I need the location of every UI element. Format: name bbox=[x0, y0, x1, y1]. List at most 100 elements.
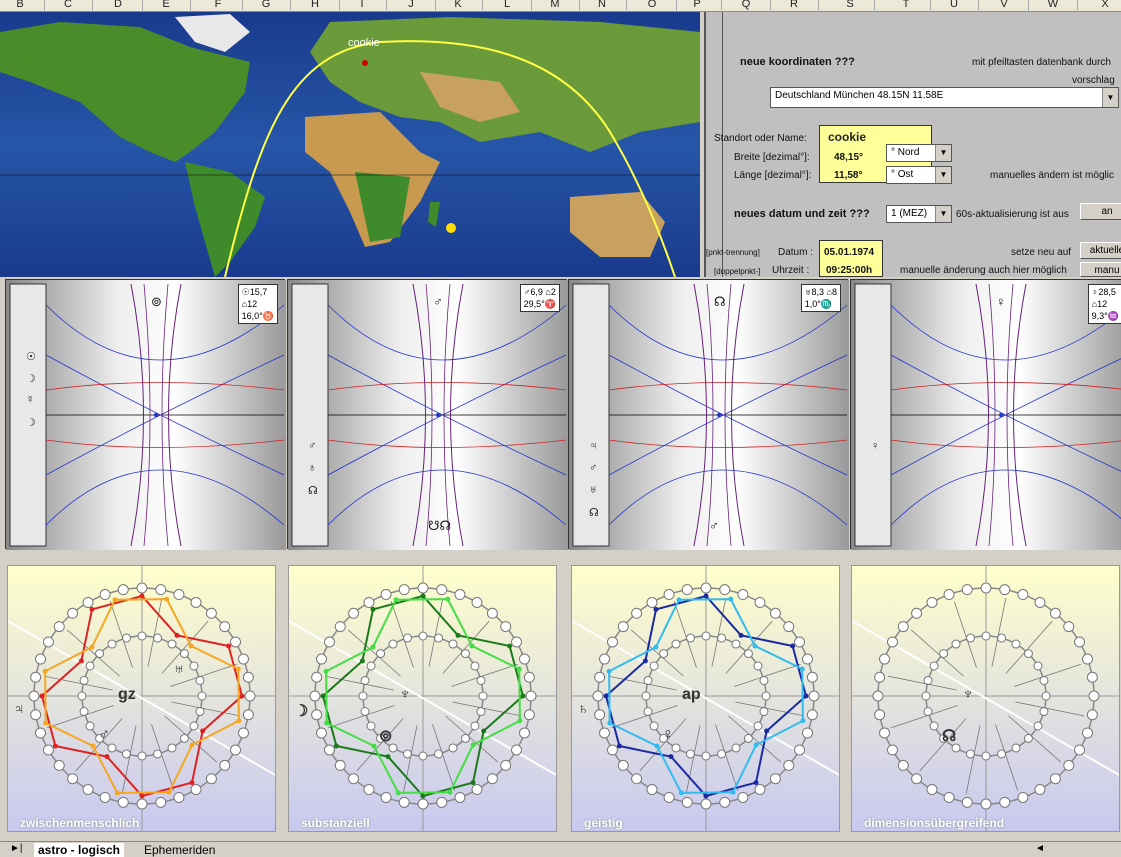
chart-side-symbol: ♃ bbox=[589, 440, 598, 452]
wheel-label: ☽ bbox=[294, 703, 309, 720]
sheet-tab-bar: ►| astro - logisch Ephemeriden ◄ bbox=[0, 841, 1121, 857]
column-o[interactable]: O bbox=[642, 0, 662, 10]
name-value: cookie bbox=[828, 130, 867, 144]
wheel-label: ⊚ bbox=[379, 728, 393, 745]
column-u[interactable]: U bbox=[944, 0, 964, 10]
chart-info-line: ☉15,7 bbox=[241, 287, 268, 297]
tab-astro-logisch[interactable]: astro - logisch bbox=[34, 843, 125, 857]
chart-bottom-symbol: ☋☊ bbox=[428, 518, 452, 533]
wheel-label: ♆ bbox=[962, 686, 974, 703]
column-d[interactable]: D bbox=[108, 0, 128, 10]
chart-top-symbol: ⊚ bbox=[151, 294, 162, 309]
column-i[interactable]: I bbox=[352, 0, 372, 10]
wheel-2: ♆ ⊚ ☽ substanziell bbox=[288, 565, 557, 832]
column-p[interactable]: P bbox=[687, 0, 707, 10]
chart-info-line: ♂6,9 ⌂2 bbox=[523, 287, 556, 297]
column-j[interactable]: J bbox=[401, 0, 421, 10]
tab-ephemeriden[interactable]: Ephemeriden bbox=[144, 843, 215, 857]
date-sep-label: [pnkt-trennung] bbox=[706, 248, 760, 257]
update-on-button[interactable]: an bbox=[1080, 203, 1121, 220]
aspect-chart-1: ☉15,7 ⌂12 16,0°♉ ⊚ ☉ ☽ ☿ ☽ bbox=[5, 279, 286, 550]
chevron-down-icon: ▼ bbox=[935, 145, 951, 161]
wheel-label: ♂ bbox=[98, 726, 110, 743]
db-hint: mit pfeiltasten datenbank durch bbox=[972, 57, 1111, 68]
column-w[interactable]: W bbox=[1043, 0, 1063, 10]
aspect-chart-4: ♀28,5 ⌂12 9,3°♒ ♀ ♀ bbox=[850, 279, 1121, 550]
excel-window: { "columns":["B","C","D","E","F","G","H"… bbox=[0, 0, 1121, 857]
lon-direction-select[interactable]: ° Ost ▼ bbox=[886, 166, 952, 184]
chart-top-symbol: ♂ bbox=[433, 294, 443, 309]
chart-side-symbol: ☊ bbox=[589, 507, 599, 519]
wheel-label: ♃ bbox=[13, 701, 25, 718]
chevron-down-icon: ▼ bbox=[1102, 88, 1118, 107]
reset-current-button[interactable]: aktuelle bbox=[1080, 242, 1121, 259]
timezone-select[interactable]: 1 (MEZ) ▼ bbox=[886, 205, 952, 223]
wheel-label: ♀ bbox=[662, 726, 674, 743]
chart-side-symbol: ☉ bbox=[26, 351, 36, 363]
manual-button[interactable]: manu bbox=[1080, 262, 1121, 277]
tz-value: 1 (MEZ) bbox=[891, 208, 928, 219]
column-m[interactable]: M bbox=[545, 0, 565, 10]
column-t[interactable]: T bbox=[896, 0, 916, 10]
date-value: 05.01.1974 bbox=[824, 247, 875, 258]
column-c[interactable]: C bbox=[58, 0, 78, 10]
lon-value: 11,58° bbox=[834, 170, 863, 181]
lat-direction-select[interactable]: ° Nord ▼ bbox=[886, 144, 952, 162]
wheel-label: ap bbox=[682, 686, 701, 703]
lat-label: Breite [dezimal°]: bbox=[734, 152, 810, 163]
column-q[interactable]: Q bbox=[736, 0, 756, 10]
manual-time-hint: manuelle änderung auch hier möglich bbox=[900, 265, 1067, 276]
chart-info-line: ⌂12 bbox=[241, 299, 258, 309]
wheel-title: dimensionsübergreifend bbox=[864, 816, 1005, 830]
wheel-label: ☊ bbox=[942, 728, 957, 745]
coord-title: neue koordinaten ??? bbox=[740, 56, 855, 68]
location-select[interactable]: Deutschland München 48.15N 11.58E ▼ bbox=[770, 87, 1119, 108]
chart-bottom-symbol: ♂ bbox=[709, 518, 719, 533]
map-place-label: cookie bbox=[348, 37, 380, 49]
wheel-label: gz bbox=[118, 686, 136, 703]
chart-info-line: ♅8,3 ⌂8 bbox=[804, 287, 837, 297]
time-value: 09:25:00h bbox=[826, 265, 873, 276]
column-s[interactable]: S bbox=[840, 0, 860, 10]
column-k[interactable]: K bbox=[448, 0, 468, 10]
column-n[interactable]: N bbox=[592, 0, 612, 10]
column-f[interactable]: F bbox=[208, 0, 228, 10]
chart-top-symbol: ☊ bbox=[714, 294, 726, 309]
time-label: Uhrzeit : bbox=[772, 265, 810, 276]
aspect-chart-2: ♂6,9 ⌂2 29,5°♈ ♂ ☋☊ ♂ ♁ ☊ bbox=[287, 279, 568, 550]
suggestion-label: vorschlag bbox=[1072, 75, 1115, 86]
column-e[interactable]: E bbox=[156, 0, 176, 10]
chart-info-box: ♂6,9 ⌂2 29,5°♈ bbox=[519, 284, 560, 312]
lat-value: 48,15° bbox=[834, 152, 864, 163]
chart-side-symbol: ♁ bbox=[308, 462, 317, 474]
column-v[interactable]: V bbox=[994, 0, 1014, 10]
scroll-left-icon[interactable]: ◄ bbox=[1035, 843, 1045, 854]
wheel-4: ♆ ☊ dimensionsübergreifend bbox=[851, 565, 1120, 832]
lat-dir-value: ° Nord bbox=[891, 147, 920, 158]
column-b[interactable]: B bbox=[10, 0, 30, 10]
datetime-title: neues datum und zeit ??? bbox=[734, 208, 870, 220]
column-l[interactable]: L bbox=[497, 0, 517, 10]
time-sep-label: [doppelpnkt-] bbox=[714, 267, 761, 276]
chart-info-box: ♀28,5 ⌂12 9,3°♒ bbox=[1087, 284, 1121, 324]
lon-label: Länge [dezimal°]: bbox=[734, 170, 812, 181]
wheel-label: ♅ bbox=[173, 661, 185, 678]
chart-side-symbol: ♅ bbox=[589, 484, 598, 496]
column-x[interactable]: X bbox=[1095, 0, 1115, 10]
date-label: Datum : bbox=[778, 247, 814, 258]
location-value: Deutschland München 48.15N 11.58E bbox=[775, 90, 944, 101]
wheel-1: gz ♂ ♃ ♅ zwischenmenschlich bbox=[7, 565, 276, 832]
chart-info-box: ♅8,3 ⌂8 1,0°♏ bbox=[800, 284, 841, 312]
lon-dir-value: ° Ost bbox=[891, 169, 914, 180]
chart-info-line: ♀28,5 bbox=[1091, 287, 1116, 297]
column-r[interactable]: R bbox=[784, 0, 804, 10]
update-hint: 60s-aktualisierung ist aus bbox=[956, 209, 1069, 220]
manual-hint: manuelles ändern ist möglic bbox=[990, 170, 1114, 181]
column-h[interactable]: H bbox=[305, 0, 325, 10]
world-map: cookie bbox=[0, 12, 700, 277]
tab-nav-icon[interactable]: ►| bbox=[10, 843, 23, 854]
column-g[interactable]: G bbox=[256, 0, 276, 10]
chart-side-symbol: ☽ bbox=[26, 417, 36, 429]
chart-info-line: 29,5°♈ bbox=[523, 299, 556, 309]
chart-info-line: ⌂12 bbox=[1091, 299, 1108, 309]
